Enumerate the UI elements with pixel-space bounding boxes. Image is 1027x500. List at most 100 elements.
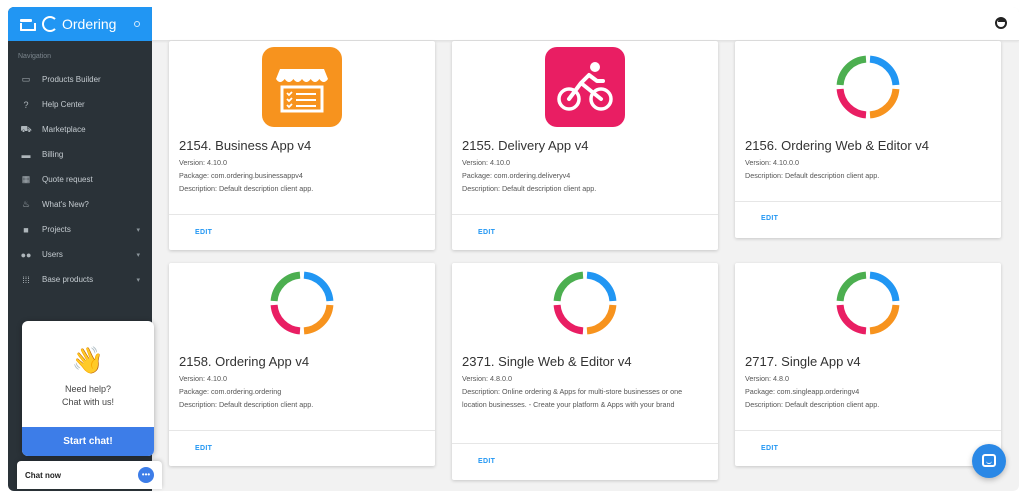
help-icon: ?	[23, 99, 29, 110]
sidebar-item-billing[interactable]: ▬ Billing	[8, 142, 152, 167]
sidebar-item-quote-request[interactable]: ▦ Quote request	[8, 167, 152, 192]
divider	[169, 214, 435, 215]
card-version: Version: 4.8.0.0	[462, 374, 512, 383]
edit-button[interactable]: EDIT	[195, 229, 212, 236]
ordering-logo-icon	[42, 16, 58, 32]
card-title: 2154. Business App v4	[179, 138, 312, 153]
card-package: Package: com.ordering.businessappv4	[179, 171, 303, 180]
card-description: Description: Default description client …	[745, 171, 880, 180]
sidebar-item-label: Base products	[42, 275, 94, 284]
sidebar-item-products-builder[interactable]: ▭ Products Builder	[8, 67, 152, 92]
sidebar-item-label: What's New?	[42, 200, 89, 209]
chat-now-label: Chat now	[25, 471, 61, 480]
card-title: 2156. Ordering Web & Editor v4	[745, 138, 930, 153]
sidebar-item-label: Projects	[42, 225, 71, 234]
brand-bar: Ordering	[8, 7, 152, 41]
cart-icon: ⛟	[20, 123, 32, 134]
card-package: Package: com.ordering.deliveryv4	[462, 171, 571, 180]
divider	[735, 430, 1001, 431]
product-card: 2154. Business App v4 Version: 4.10.0 Pa…	[169, 41, 435, 250]
divider	[452, 214, 718, 215]
briefcase-icon: ■	[23, 224, 29, 235]
calculator-icon: ▦	[21, 174, 31, 184]
sidebar-item-projects[interactable]: ■ Projects ▾	[8, 217, 152, 242]
card-description: Description: Default description client …	[179, 400, 314, 409]
store-icon	[262, 47, 342, 127]
divider	[452, 443, 718, 444]
sidebar-item-users[interactable]: ●● Users ▾	[8, 242, 152, 267]
messenger-launcher-button[interactable]	[972, 444, 1006, 478]
card-description: Description: Default description client …	[462, 184, 597, 193]
chevron-down-icon: ▾	[136, 226, 140, 234]
nav-section-label: Navigation	[18, 53, 52, 60]
card-package: Package: com.singleapp.orderingv4	[745, 387, 860, 396]
card-description: Description: Default description client …	[179, 184, 314, 193]
sidebar-item-base-products[interactable]: ⁞⁞⁞ Base products ▾	[8, 267, 152, 292]
fire-icon: ♨	[21, 199, 31, 209]
sidebar-item-label: Products Builder	[42, 75, 101, 84]
ordering-ring-icon	[836, 271, 900, 335]
card-title: 2717. Single App v4	[745, 354, 861, 369]
card-meta: Version: 4.8.0.0 Description: Online ord…	[462, 372, 708, 411]
devices-icon: ▭	[21, 74, 31, 84]
card-meta: Version: 4.8.0 Package: com.singleapp.or…	[745, 372, 991, 411]
user-avatar-icon[interactable]	[995, 17, 1007, 29]
menu-icon[interactable]	[20, 19, 36, 31]
grid-icon: ⁞⁞⁞	[22, 274, 30, 285]
card-version: Version: 4.10.0.0	[745, 158, 799, 167]
sidebar-item-marketplace[interactable]: ⛟ Marketplace	[8, 117, 152, 142]
edit-button[interactable]: EDIT	[478, 229, 495, 236]
ordering-ring-icon	[836, 55, 900, 119]
product-card: 2155. Delivery App v4 Version: 4.10.0 Pa…	[452, 41, 718, 250]
sidebar-item-label: Help Center	[42, 100, 85, 109]
edit-button[interactable]: EDIT	[478, 458, 495, 465]
product-card: 2156. Ordering Web & Editor v4 Version: …	[735, 41, 1001, 238]
edit-button[interactable]: EDIT	[761, 445, 778, 452]
start-chat-button[interactable]: Start chat!	[22, 427, 154, 456]
ordering-ring-icon	[553, 271, 617, 335]
chat-now-bar[interactable]: Chat now •••	[17, 461, 162, 489]
card-title: 2155. Delivery App v4	[462, 138, 589, 153]
card-meta: Version: 4.10.0 Package: com.ordering.or…	[179, 372, 425, 411]
top-bar	[152, 7, 1019, 41]
chevron-down-icon: ▾	[136, 276, 140, 284]
sidebar-item-label: Marketplace	[42, 125, 86, 134]
credit-card-icon: ▬	[21, 149, 31, 160]
people-icon: ●●	[20, 249, 32, 260]
card-description: Description: Online ordering & Apps for …	[462, 387, 683, 409]
app-window: Ordering Navigation ▭ Products Builder ?…	[8, 7, 1019, 491]
card-version: Version: 4.10.0	[179, 374, 227, 383]
product-card: 2158. Ordering App v4 Version: 4.10.0 Pa…	[169, 263, 435, 466]
chat-help-line: Need help?	[64, 384, 112, 394]
bike-icon	[545, 47, 625, 127]
divider	[735, 201, 1001, 202]
card-version: Version: 4.10.0	[462, 158, 510, 167]
card-meta: Version: 4.10.0.0 Description: Default d…	[745, 156, 991, 182]
sidebar-item-help-center[interactable]: ? Help Center	[8, 92, 152, 117]
card-version: Version: 4.8.0	[745, 374, 789, 383]
card-title: 2371. Single Web & Editor v4	[462, 354, 632, 369]
sidebar-item-label: Users	[42, 250, 63, 259]
sidebar-item-label: Billing	[42, 150, 64, 159]
card-meta: Version: 4.10.0 Package: com.ordering.de…	[462, 156, 708, 195]
chat-popup: 👋 Need help? Chat with us! Start chat!	[22, 321, 154, 456]
card-package: Package: com.ordering.ordering	[179, 387, 282, 396]
waving-hand-icon: 👋	[71, 345, 105, 375]
sidebar-item-label: Quote request	[42, 175, 93, 184]
product-card: 2717. Single App v4 Version: 4.8.0 Packa…	[735, 263, 1001, 466]
edit-button[interactable]: EDIT	[195, 445, 212, 452]
chat-help-text: Need help? Chat with us!	[22, 383, 154, 409]
card-meta: Version: 4.10.0 Package: com.ordering.bu…	[179, 156, 425, 195]
edit-button[interactable]: EDIT	[761, 215, 778, 222]
chevron-down-icon: ▾	[136, 251, 140, 259]
sidebar-item-whats-new[interactable]: ♨ What's New?	[8, 192, 152, 217]
pin-icon[interactable]	[134, 21, 140, 27]
chat-bubble-icon[interactable]: •••	[138, 467, 154, 483]
product-card: 2371. Single Web & Editor v4 Version: 4.…	[452, 263, 718, 480]
chat-help-line: Chat with us!	[61, 397, 115, 407]
card-description: Description: Default description client …	[745, 400, 880, 409]
divider	[169, 430, 435, 431]
card-version: Version: 4.10.0	[179, 158, 227, 167]
brand-name: Ordering	[62, 16, 117, 32]
card-title: 2158. Ordering App v4	[179, 354, 310, 369]
